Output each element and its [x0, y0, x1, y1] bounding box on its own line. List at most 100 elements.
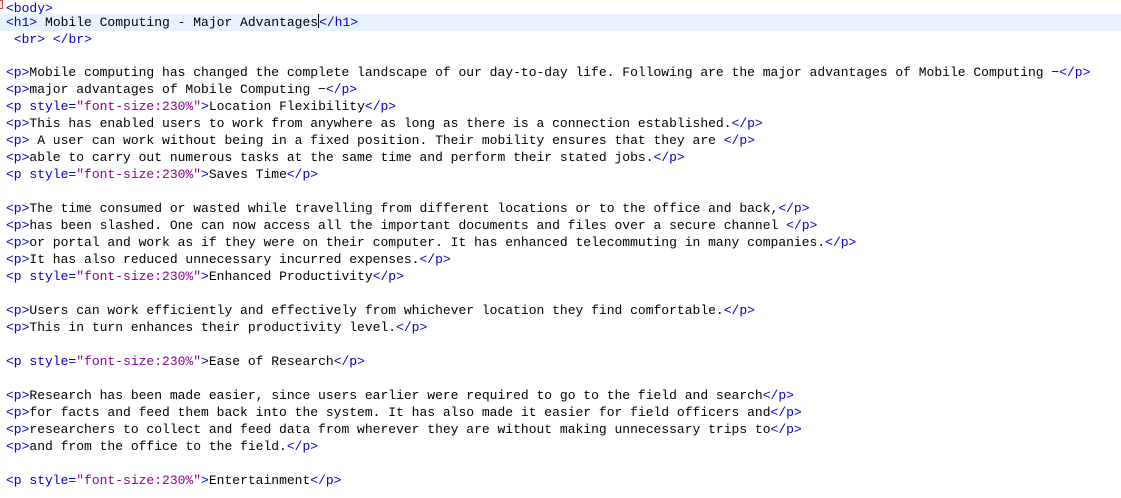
code-line-content: <p>Users can work efficiently and effect… — [0, 303, 755, 318]
code-line-content: <p>Mobile computing has changed the comp… — [0, 65, 1090, 80]
tag-token: <p> — [6, 303, 30, 318]
text-token: Saves Time — [208, 167, 287, 182]
attribute-value-token: "font-size:230%" — [76, 167, 202, 182]
code-line[interactable]: <p>for facts and feed them back into the… — [0, 404, 802, 421]
tag-token: <p style= — [6, 354, 77, 369]
tag-token: </p> — [419, 252, 451, 267]
tag-token: <p> — [6, 252, 30, 267]
tag-token: <p> — [6, 133, 30, 148]
code-line-content: <p>for facts and feed them back into the… — [0, 405, 802, 420]
text-token: or portal and work as if they were on th… — [29, 235, 826, 250]
code-line[interactable]: <p>Users can work efficiently and effect… — [0, 302, 755, 319]
text-token: has been slashed. One can now access all… — [29, 218, 787, 233]
tag-token: <p> — [6, 439, 30, 454]
code-line-content — [0, 371, 6, 386]
code-line[interactable]: <p>major advantages of Mobile Computing … — [0, 81, 357, 98]
text-token: A user can work without being in a fixed… — [29, 133, 724, 148]
tag-token: > — [201, 269, 209, 284]
tag-token: </p> — [1059, 65, 1091, 80]
code-line[interactable]: <p style="font-size:230%">Entertainment<… — [0, 472, 342, 489]
code-line-content: <p>major advantages of Mobile Computing … — [0, 82, 357, 97]
text-token: Research has been made easier, since use… — [29, 388, 763, 403]
code-editor[interactable]: <body> <h1> Mobile Computing - Major Adva… — [0, 0, 1121, 498]
tag-token: </p> — [723, 133, 755, 148]
code-line[interactable] — [0, 370, 6, 387]
tag-token: > — [201, 167, 209, 182]
tag-token: <p> — [6, 388, 30, 403]
tag-token: > — [201, 473, 209, 488]
code-line[interactable]: <br> </br> — [0, 31, 92, 48]
code-line[interactable]: <p>Research has been made easier, since … — [0, 387, 794, 404]
code-line[interactable]: <p style="font-size:230%">Saves Time</p> — [0, 166, 318, 183]
code-line[interactable]: <p>It has also reduced unnecessary incur… — [0, 251, 451, 268]
code-line[interactable] — [0, 455, 6, 472]
tag-token: </p> — [310, 473, 342, 488]
tag-token: > — [201, 99, 209, 114]
attribute-value-token: "font-size:230%" — [76, 269, 202, 284]
code-line[interactable] — [0, 184, 6, 201]
tag-token: </p> — [372, 269, 404, 284]
text-token: Mobile Computing - Major Advantages — [37, 15, 319, 30]
tag-token: </p> — [770, 405, 802, 420]
code-line[interactable]: <p>or portal and work as if they were on… — [0, 234, 856, 251]
code-line[interactable]: <p style="font-size:230%">Enhanced Produ… — [0, 268, 404, 285]
tag-token: </p> — [731, 116, 763, 131]
code-line[interactable]: <p style="font-size:230%">Ease of Resear… — [0, 353, 365, 370]
text-token: for facts and feed them back into the sy… — [29, 405, 771, 420]
code-line-content: <p style="font-size:230%">Location Flexi… — [0, 99, 396, 114]
tag-token: </p> — [723, 303, 755, 318]
text-token: It has also reduced unnecessary incurred… — [29, 252, 420, 267]
code-line[interactable]: <p> A user can work without being in a f… — [0, 132, 755, 149]
code-line[interactable]: <p>The time consumed or wasted while tra… — [0, 200, 810, 217]
code-line[interactable] — [0, 286, 6, 303]
code-line-content: <br> </br> — [0, 32, 92, 47]
attribute-value-token: "font-size:230%" — [76, 99, 202, 114]
code-line-content: <p style="font-size:230%">Enhanced Produ… — [0, 269, 404, 284]
code-line-content: <p style="font-size:230%">Entertainment<… — [0, 473, 342, 488]
tag-token: <br> — [13, 32, 46, 47]
tag-token: </p> — [825, 235, 857, 250]
code-line-content — [0, 185, 6, 200]
tag-token: </p> — [286, 167, 319, 182]
tag-token: </p> — [396, 320, 428, 335]
code-line[interactable] — [0, 48, 6, 65]
code-line[interactable]: <p>and from the office to the field.</p> — [0, 438, 318, 455]
code-line-content — [0, 337, 6, 352]
tag-token: <p> — [6, 150, 30, 165]
code-line-content: <p>It has also reduced unnecessary incur… — [0, 252, 451, 267]
tag-token: <p> — [6, 422, 30, 437]
code-line[interactable] — [0, 336, 6, 353]
tag-token: <p> — [6, 65, 30, 80]
tag-token: </br> — [52, 32, 92, 47]
attribute-value-token: "font-size:230%" — [76, 473, 202, 488]
tag-token: </p> — [325, 82, 358, 97]
tag-token: <p> — [6, 320, 30, 335]
code-line[interactable]: <p>able to carry out numerous tasks at t… — [0, 149, 685, 166]
tag-token: </p> — [770, 422, 802, 437]
code-line[interactable]: <p>This has enabled users to work from a… — [0, 115, 763, 132]
code-line[interactable]: <p>Mobile computing has changed the comp… — [0, 64, 1090, 81]
code-line-content: <p>The time consumed or wasted while tra… — [0, 201, 810, 216]
text-token: able to carry out numerous tasks at the … — [29, 150, 654, 165]
tag-token: <h1> — [6, 15, 38, 30]
text-token: The time consumed or wasted while travel… — [29, 201, 779, 216]
code-line-content: <p>Research has been made easier, since … — [0, 388, 794, 403]
text-token: This in turn enhances their productivity… — [29, 320, 397, 335]
text-token: major advantages of Mobile Computing − — [29, 82, 326, 97]
code-line[interactable]: <p>researchers to collect and feed data … — [0, 421, 802, 438]
tag-token: </p> — [786, 218, 818, 233]
text-token: Ease of Research — [208, 354, 334, 369]
code-line-current[interactable]: <h1> Mobile Computing - Major Advantages… — [0, 14, 1121, 31]
code-line-content: <p>or portal and work as if they were on… — [0, 235, 856, 250]
code-line-content: <p>has been slashed. One can now access … — [0, 218, 817, 233]
code-line[interactable]: <p>has been slashed. One can now access … — [0, 217, 817, 234]
tag-token: </p> — [364, 99, 397, 114]
tag-token: </p> — [653, 150, 685, 165]
code-line-content: <p> A user can work without being in a f… — [0, 133, 755, 148]
code-line-content: <p>This has enabled users to work from a… — [0, 116, 763, 131]
code-line[interactable]: <p>This in turn enhances their productiv… — [0, 319, 427, 336]
code-line[interactable]: <p style="font-size:230%">Location Flexi… — [0, 98, 396, 115]
tag-token: <p> — [6, 218, 30, 233]
